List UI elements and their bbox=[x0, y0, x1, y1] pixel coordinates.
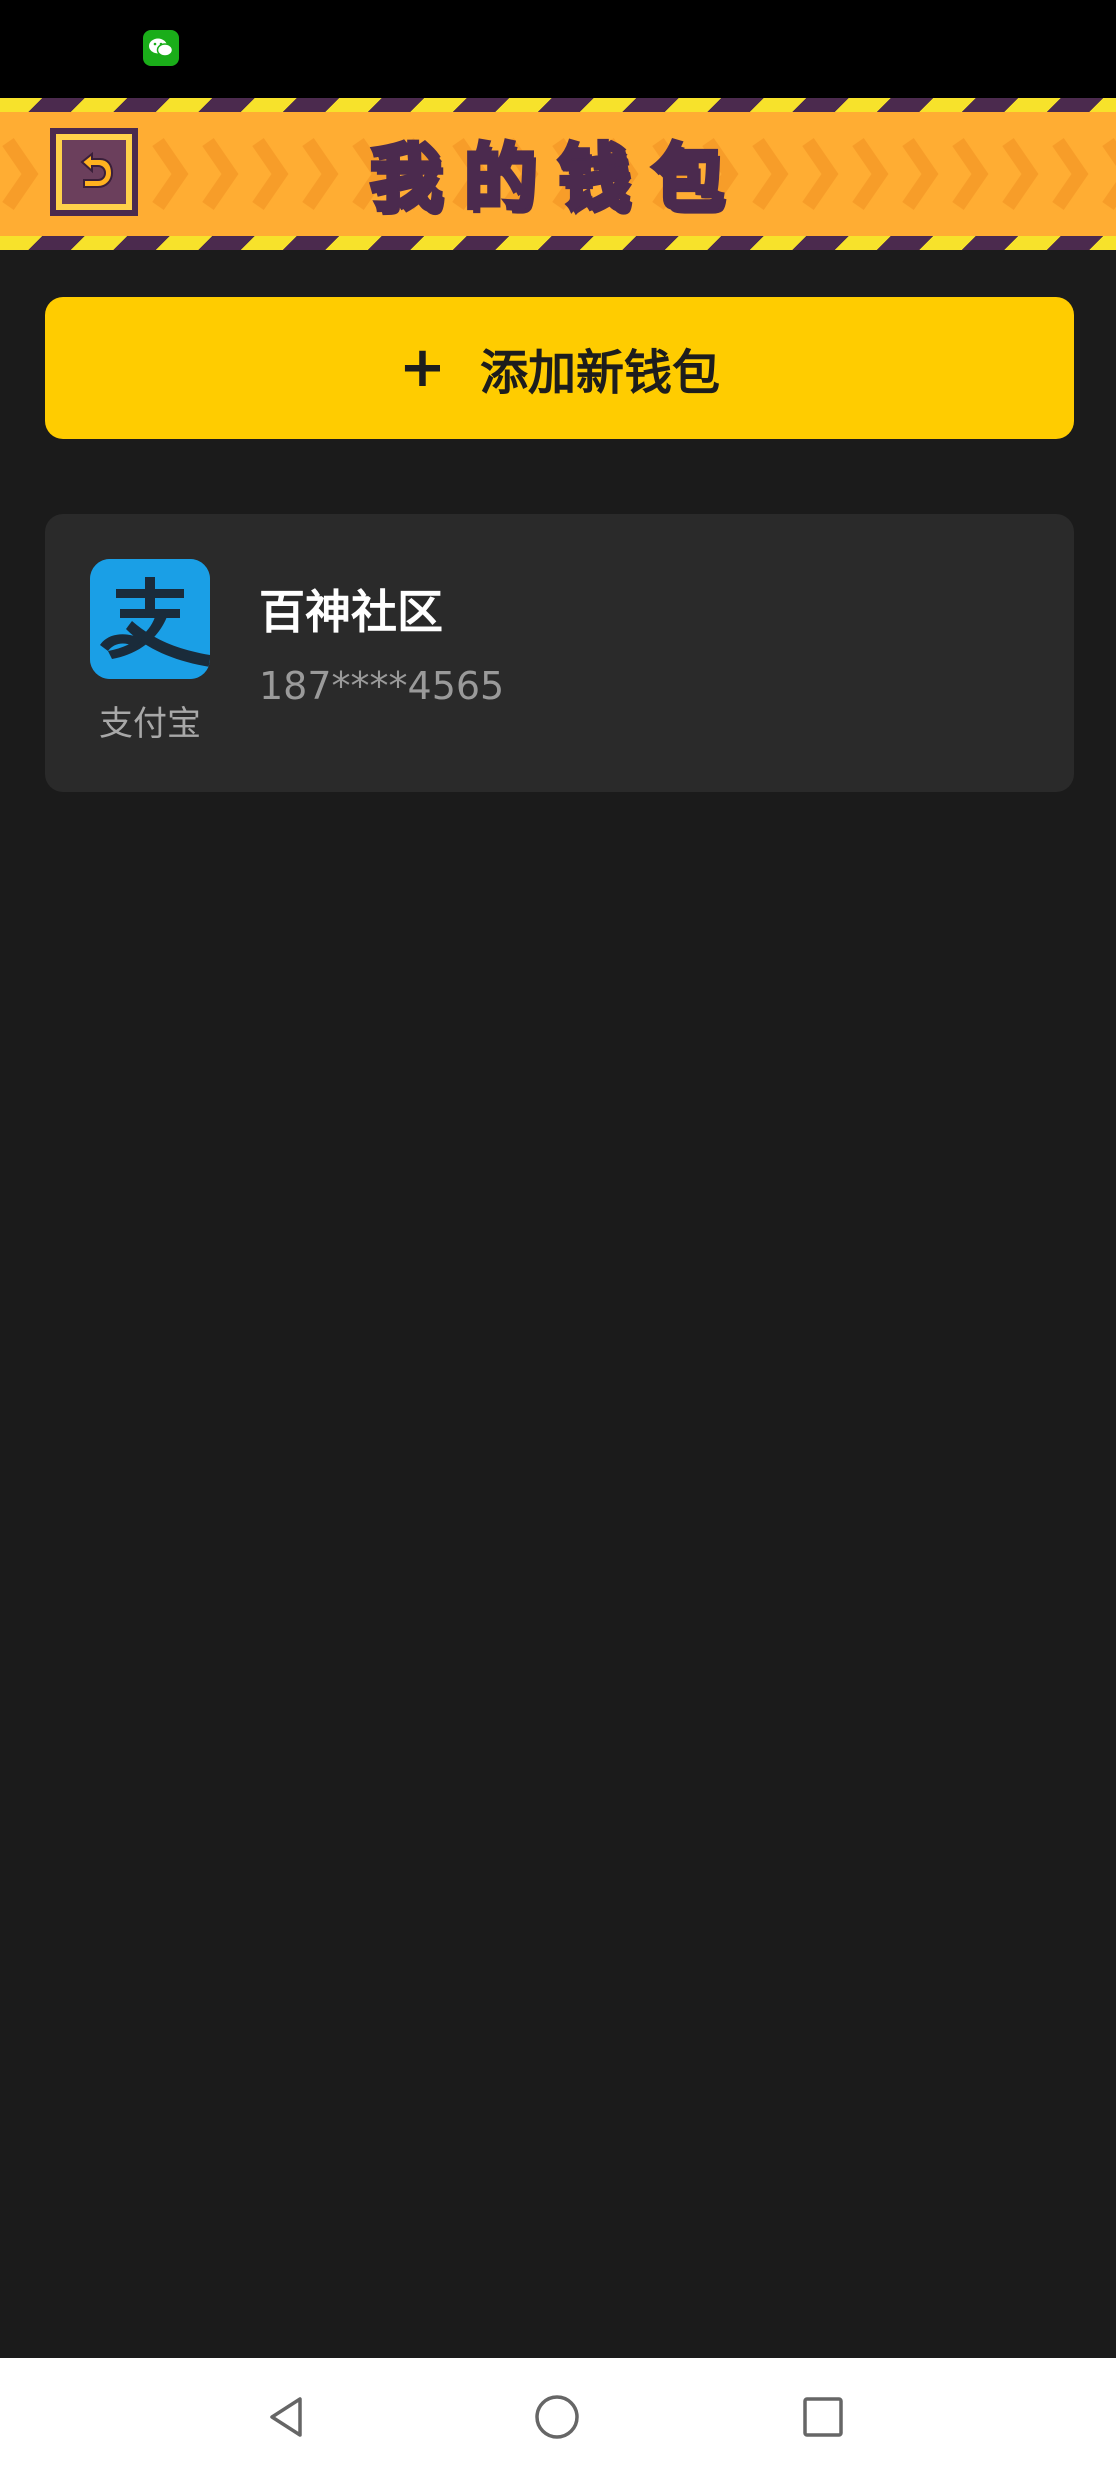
header-top-stripe bbox=[0, 98, 1116, 112]
add-wallet-button[interactable]: + 添加新钱包 bbox=[45, 297, 1074, 439]
header-bar: 我的钱包 bbox=[0, 98, 1116, 250]
system-nav-bar bbox=[0, 2358, 1116, 2480]
back-triangle-icon[interactable] bbox=[252, 2382, 322, 2452]
plus-icon: + bbox=[399, 335, 446, 400]
add-wallet-label: 添加新钱包 bbox=[479, 345, 720, 401]
alipay-icon bbox=[90, 559, 210, 679]
wallet-account: 187****4565 bbox=[259, 664, 505, 708]
header-bottom-stripe bbox=[0, 236, 1116, 250]
status-bar bbox=[0, 0, 1116, 98]
wallet-card[interactable]: 支付宝 百神社区 187****4565 bbox=[45, 514, 1074, 792]
wechat-icon bbox=[143, 30, 179, 66]
provider-label: 支付宝 bbox=[99, 704, 201, 744]
recent-square-icon[interactable] bbox=[788, 2382, 858, 2452]
wallet-name: 百神社区 bbox=[259, 585, 443, 639]
home-circle-icon[interactable] bbox=[522, 2382, 592, 2452]
page-title: 我的钱包 bbox=[368, 136, 746, 220]
